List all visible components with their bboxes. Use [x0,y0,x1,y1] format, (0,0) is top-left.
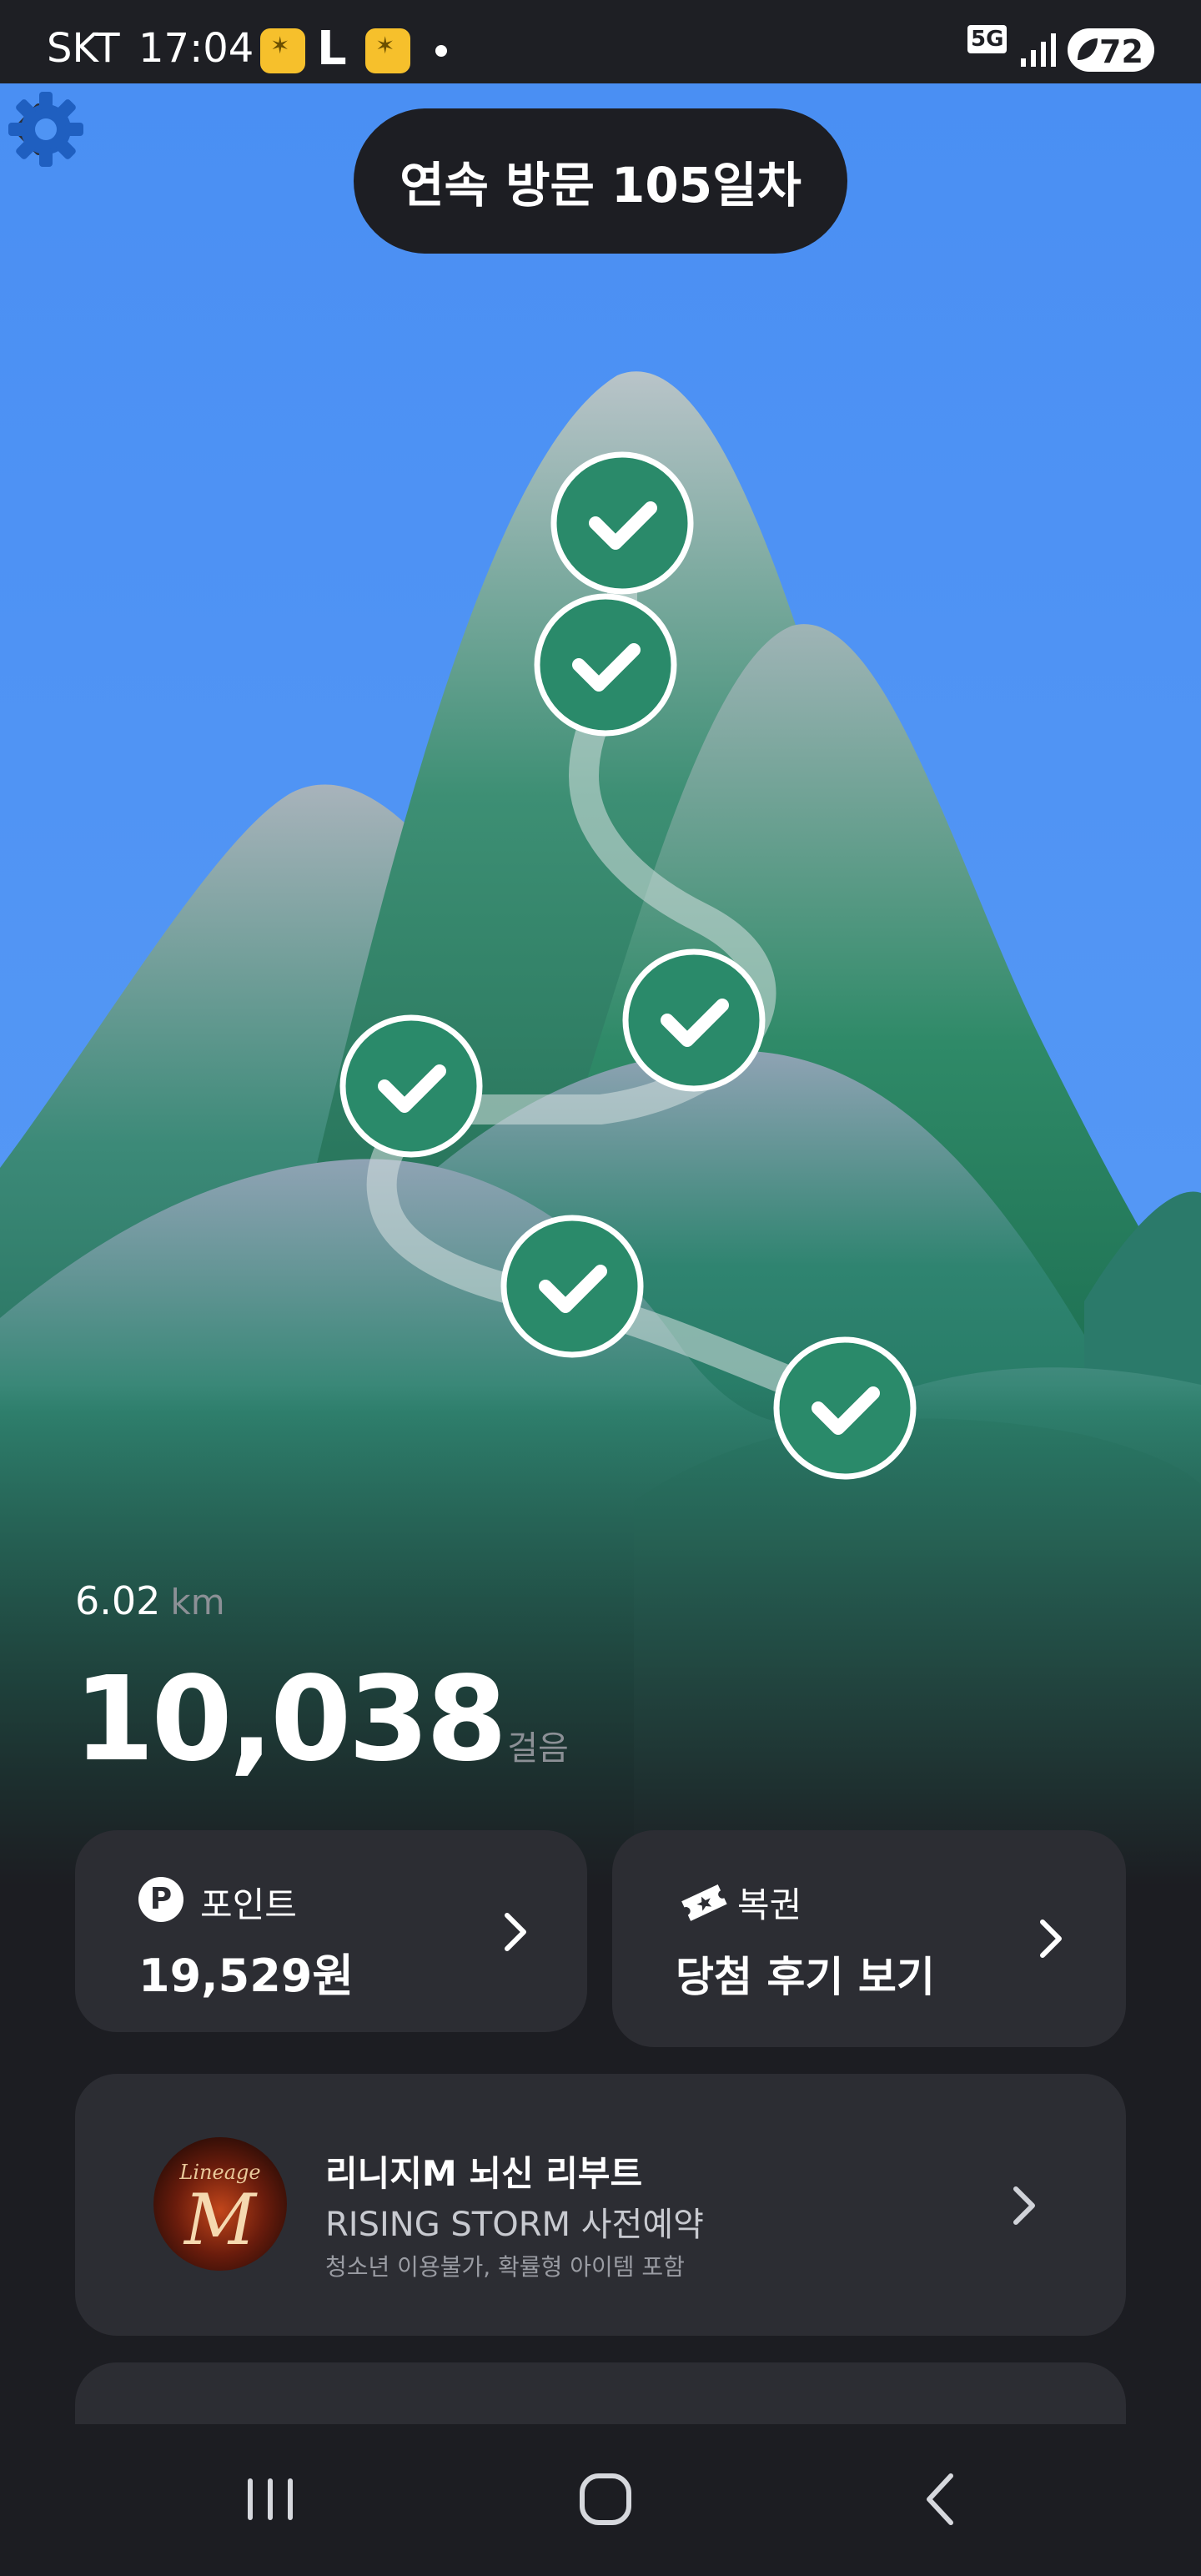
l-icon: L [317,22,347,76]
leaf-icon [1078,38,1098,60]
back-icon[interactable] [892,2458,992,2541]
logo-letter: M [183,2179,256,2261]
lotto-card[interactable]: 복권 당첨 후기 보기 [612,1830,1126,2047]
distance-unit: km [170,1582,225,1623]
gear-icon[interactable] [0,83,92,175]
system-navigation-bar [0,2424,1201,2576]
kb-bank-icon [260,28,305,73]
lineage-m-logo: Lineage M [153,2137,287,2271]
step-count: 10,038 걸음 [73,1652,569,1788]
chevron-right-icon [1040,1919,1062,1958]
lotto-label: 복권 [737,1884,802,1925]
ticket-icon [681,1884,727,1921]
point-value: 19,529원 [138,1950,354,2002]
point-label: 포인트 [200,1884,297,1925]
checkpoint-icon [500,1215,644,1358]
checkpoint-icon [550,451,694,595]
point-p-icon: P [138,1877,183,1922]
status-bar: SKT 17:04 L 5G 72 [0,0,1201,83]
mountain-scene: 연속 방문 105일차 6.02 km 10,038 걸음 [0,83,1201,1885]
checkpoint-icon [773,1336,917,1480]
steps-value: 10,038 [73,1652,507,1788]
checkpoint-icon [339,1014,483,1158]
notification-dot-icon [435,45,447,57]
checkpoint-icon [534,593,677,737]
streak-title: 연속 방문 105일차 [354,108,847,254]
chevron-right-icon [505,1913,526,1951]
battery-level: 72 [1099,33,1143,70]
network-type: 5G [967,25,1008,53]
kb-bank-icon [365,28,410,73]
steps-unit: 걸음 [507,1729,569,1768]
distance-value: 6.02 [75,1578,161,1623]
ad-banner-card[interactable]: Lineage M 리니지M 뇌신 리부트 RISING STORM 사전예약 … [75,2074,1126,2336]
home-icon[interactable] [555,2458,656,2541]
point-card[interactable]: P 포인트 19,529원 [75,1830,587,2032]
recent-apps-icon[interactable] [220,2458,320,2541]
ad-title: 리니지M 뇌신 리부트 [325,2153,643,2194]
signal-icon [1021,33,1056,67]
lotto-value: 당첨 후기 보기 [676,1953,935,2001]
chevron-right-icon [1013,2186,1035,2225]
ad-note: 청소년 이용불가, 확률형 아이템 포함 [325,2253,685,2281]
battery-indicator: 72 [1068,28,1154,72]
checkpoint-icon [622,948,766,1092]
distance: 6.02 km [75,1578,225,1623]
carrier-label: SKT [47,25,120,72]
clock: 17:04 [138,25,254,72]
ad-subtitle: RISING STORM 사전예약 [325,2206,704,2244]
